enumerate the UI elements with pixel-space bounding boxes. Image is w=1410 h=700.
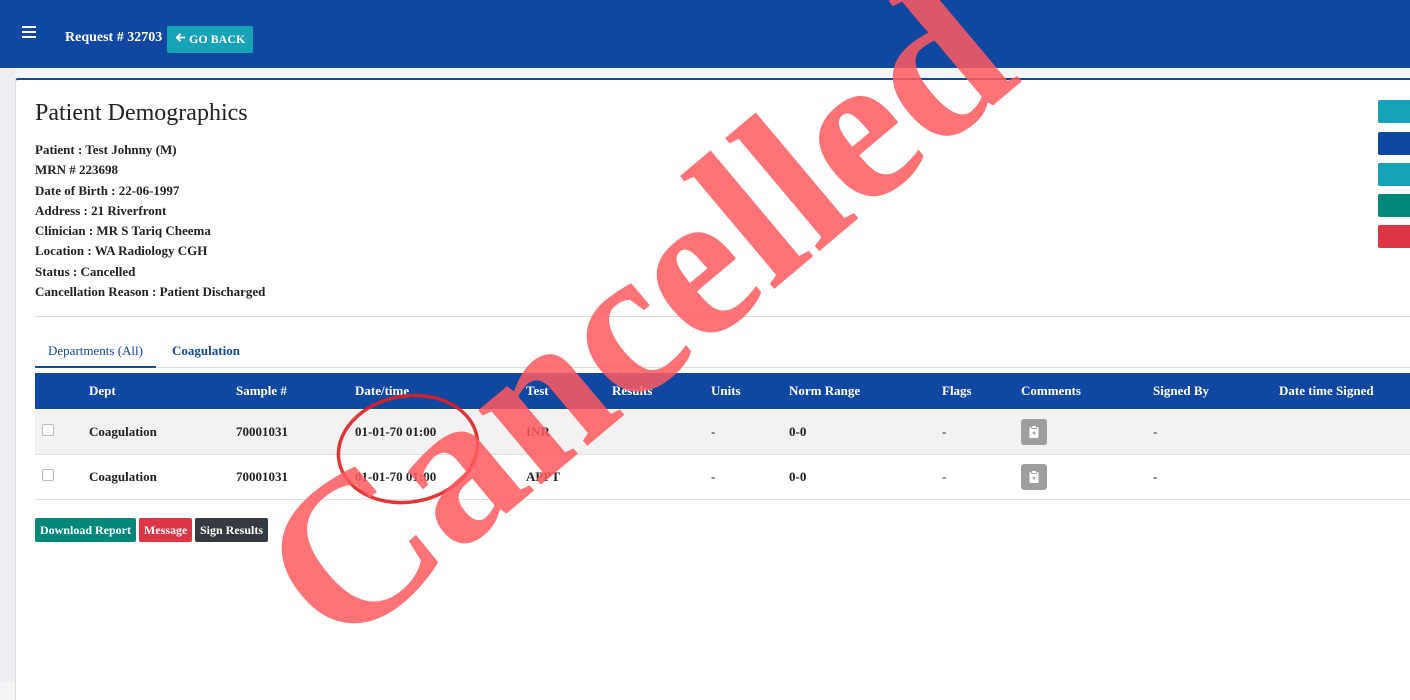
row-checkbox[interactable] xyxy=(42,424,54,436)
cell-sample: 70001031 xyxy=(236,424,288,439)
results-table-header: Dept Sample # Date/time Test Results Uni… xyxy=(35,373,1410,409)
cell-datetime: 01-01-70 01:00 xyxy=(355,469,437,484)
cell-results: - xyxy=(711,424,716,439)
side-action-button-3[interactable] xyxy=(1378,163,1410,186)
left-gutter xyxy=(0,68,15,682)
patient-name: Patient : Test Johnny (M) xyxy=(35,142,177,157)
hamburger-menu-icon[interactable] xyxy=(22,26,36,38)
department-tabs: Departments (All) Coagulation xyxy=(35,335,1410,368)
demographics-details: Patient : Test Johnny (M) MRN # 223698 D… xyxy=(35,140,265,302)
cell-results: - xyxy=(711,469,716,484)
arrow-left-icon xyxy=(175,32,186,47)
clipboard-icon xyxy=(1029,470,1039,483)
top-navbar: Request # 32703 GO BACK xyxy=(0,0,1410,68)
go-back-button[interactable]: GO BACK xyxy=(167,26,254,53)
col-test[interactable]: Test xyxy=(526,373,549,409)
status: Status : Cancelled xyxy=(35,263,136,279)
location: Location : WA Radiology CGH xyxy=(35,243,208,259)
cell-datetime: 01-01-70 01:00 xyxy=(355,424,437,439)
side-action-button-4[interactable] xyxy=(1378,194,1410,217)
cell-dept: Coagulation xyxy=(89,424,157,439)
cell-test: APPT xyxy=(526,469,560,484)
col-flags[interactable]: Flags xyxy=(942,373,972,409)
cell-flags: - xyxy=(942,424,947,439)
row-checkbox[interactable] xyxy=(42,469,54,481)
col-date-time-signed[interactable]: Date time Signed xyxy=(1279,373,1374,409)
side-action-button-2[interactable] xyxy=(1378,132,1410,155)
sign-results-button[interactable]: Sign Results xyxy=(195,518,269,542)
col-dept[interactable]: Dept xyxy=(89,373,116,409)
col-units[interactable]: Units xyxy=(711,373,741,409)
cell-signed-by: - xyxy=(1153,424,1158,439)
col-norm-range[interactable]: Norm Range xyxy=(789,373,860,409)
col-signed-by[interactable]: Signed By xyxy=(1153,373,1209,409)
comment-button[interactable] xyxy=(1021,419,1047,445)
clinician: Clinician : MR S Tariq Cheema xyxy=(35,223,211,239)
cell-norm-range: 0-0 xyxy=(789,424,807,439)
cell-test: INR xyxy=(526,424,550,439)
col-results[interactable]: Results xyxy=(612,373,652,409)
cell-sample: 70001031 xyxy=(236,469,288,484)
go-back-label: GO BACK xyxy=(189,32,246,46)
tab-coagulation[interactable]: Coagulation xyxy=(165,335,247,367)
section-divider xyxy=(35,316,1410,317)
tab-departments-all[interactable]: Departments (All) xyxy=(35,335,156,368)
cell-dept: Coagulation xyxy=(89,469,157,484)
side-action-button-5[interactable] xyxy=(1378,225,1410,248)
side-action-button-1[interactable] xyxy=(1378,100,1410,123)
col-sample[interactable]: Sample # xyxy=(236,373,287,409)
col-comments[interactable]: Comments xyxy=(1021,373,1081,409)
table-row: Coagulation 70001031 01-01-70 01:00 INR … xyxy=(35,410,1410,455)
request-title: Request # 32703 xyxy=(65,30,163,45)
col-datetime[interactable]: Date/time xyxy=(355,373,409,409)
download-report-button[interactable]: Download Report xyxy=(35,518,137,542)
cell-signed-by: - xyxy=(1153,469,1158,484)
address: Address : 21 Riverfront xyxy=(35,202,167,218)
cell-norm-range: 0-0 xyxy=(789,469,807,484)
date-of-birth: Date of Birth : 22-06-1997 xyxy=(35,182,180,198)
clipboard-icon xyxy=(1029,425,1039,438)
table-row: Coagulation 70001031 01-01-70 01:00 APPT… xyxy=(35,455,1410,500)
cancellation-reason: Cancellation Reason : Patient Discharged xyxy=(35,284,266,300)
cell-flags: - xyxy=(942,469,947,484)
page-title: Patient Demographics xyxy=(35,100,248,126)
mrn-number: MRN # 223698 xyxy=(35,162,119,178)
comment-button[interactable] xyxy=(1021,464,1047,490)
message-button[interactable]: Message xyxy=(139,518,193,542)
